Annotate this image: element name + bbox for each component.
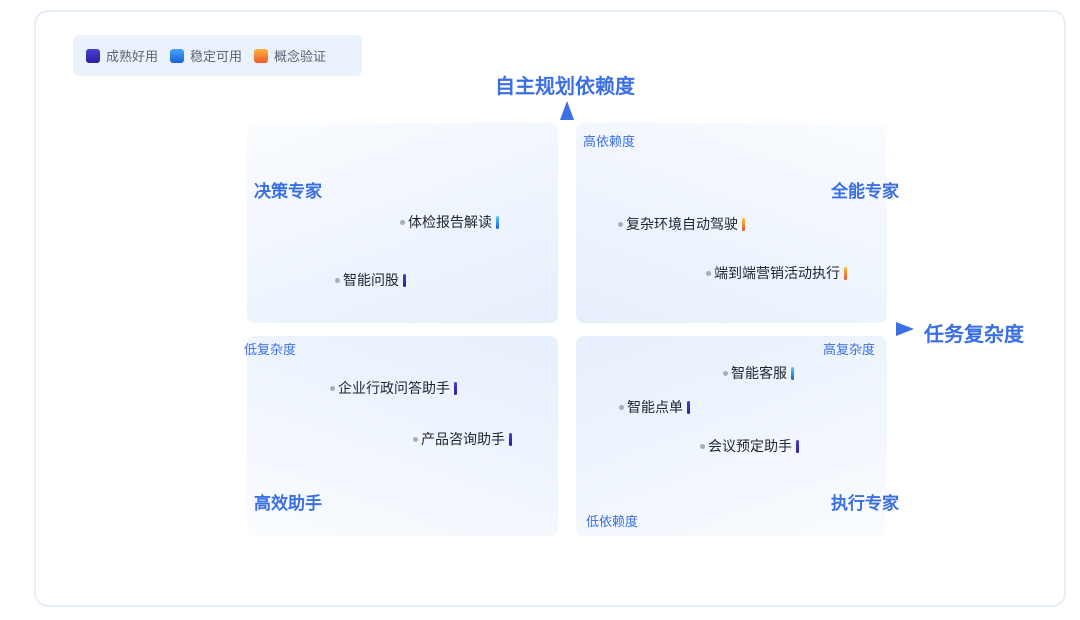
x-axis-title: 任务复杂度 [924, 322, 1024, 346]
bullet-dot [335, 277, 340, 283]
scenario-item: 会议预定助手 [700, 436, 799, 456]
scenario-item: 智能客服 [723, 363, 794, 383]
y-axis-low-label: 低依赖度 [586, 515, 639, 530]
x-axis-high-label: 高复杂度 [823, 343, 876, 358]
bullet-dot [723, 370, 728, 376]
scenario-label: 智能点单 [627, 400, 683, 416]
scenario-item: 企业行政问答助手 [330, 378, 457, 398]
scenario-item: 产品咨询助手 [413, 429, 512, 449]
bullet-dot [330, 385, 335, 391]
maturity-marker-mature [796, 439, 799, 453]
scenario-label: 产品咨询助手 [421, 432, 505, 448]
bullet-dot [400, 219, 405, 225]
bullet-dot [706, 270, 711, 276]
scenario-label: 体检报告解读 [408, 215, 492, 231]
y-axis-title: 自主规划依赖度 [495, 74, 635, 98]
maturity-marker-mature [687, 400, 690, 414]
scenario-item: 端到端营销活动执行 [706, 263, 847, 283]
quadrant-title-bottom-right: 执行专家 [831, 494, 899, 514]
scenario-label: 智能客服 [731, 366, 787, 382]
bullet-dot [619, 404, 624, 410]
bullet-dot [700, 443, 705, 449]
scenario-label: 会议预定助手 [708, 439, 792, 455]
scenario-label: 智能问股 [343, 273, 399, 289]
maturity-marker-stable [791, 366, 794, 380]
scenario-item: 智能问股 [335, 270, 406, 290]
maturity-marker-concept [742, 217, 745, 231]
quadrant-title-top-right: 全能专家 [831, 182, 899, 202]
quadrant-title-bottom-left: 高效助手 [254, 494, 322, 514]
quadrant-title-top-left: 决策专家 [254, 182, 322, 202]
x-axis-low-label: 低复杂度 [244, 343, 297, 358]
x-axis-arrow [896, 322, 914, 336]
maturity-marker-mature [454, 381, 457, 395]
maturity-marker-stable [496, 215, 499, 229]
bullet-dot [618, 221, 623, 227]
bullet-dot [413, 436, 418, 442]
scenario-label: 复杂环境自动驾驶 [626, 217, 738, 233]
scenario-label: 企业行政问答助手 [338, 381, 450, 397]
scenario-item: 智能点单 [619, 397, 690, 417]
maturity-marker-mature [403, 273, 406, 287]
maturity-marker-concept [844, 266, 847, 280]
scenario-item: 复杂环境自动驾驶 [618, 214, 745, 234]
y-axis-arrow [560, 101, 574, 120]
scenario-label: 端到端营销活动执行 [714, 266, 840, 282]
y-axis-high-label: 高依赖度 [583, 135, 636, 150]
maturity-marker-mature [509, 432, 512, 446]
scenario-item: 体检报告解读 [400, 212, 499, 232]
